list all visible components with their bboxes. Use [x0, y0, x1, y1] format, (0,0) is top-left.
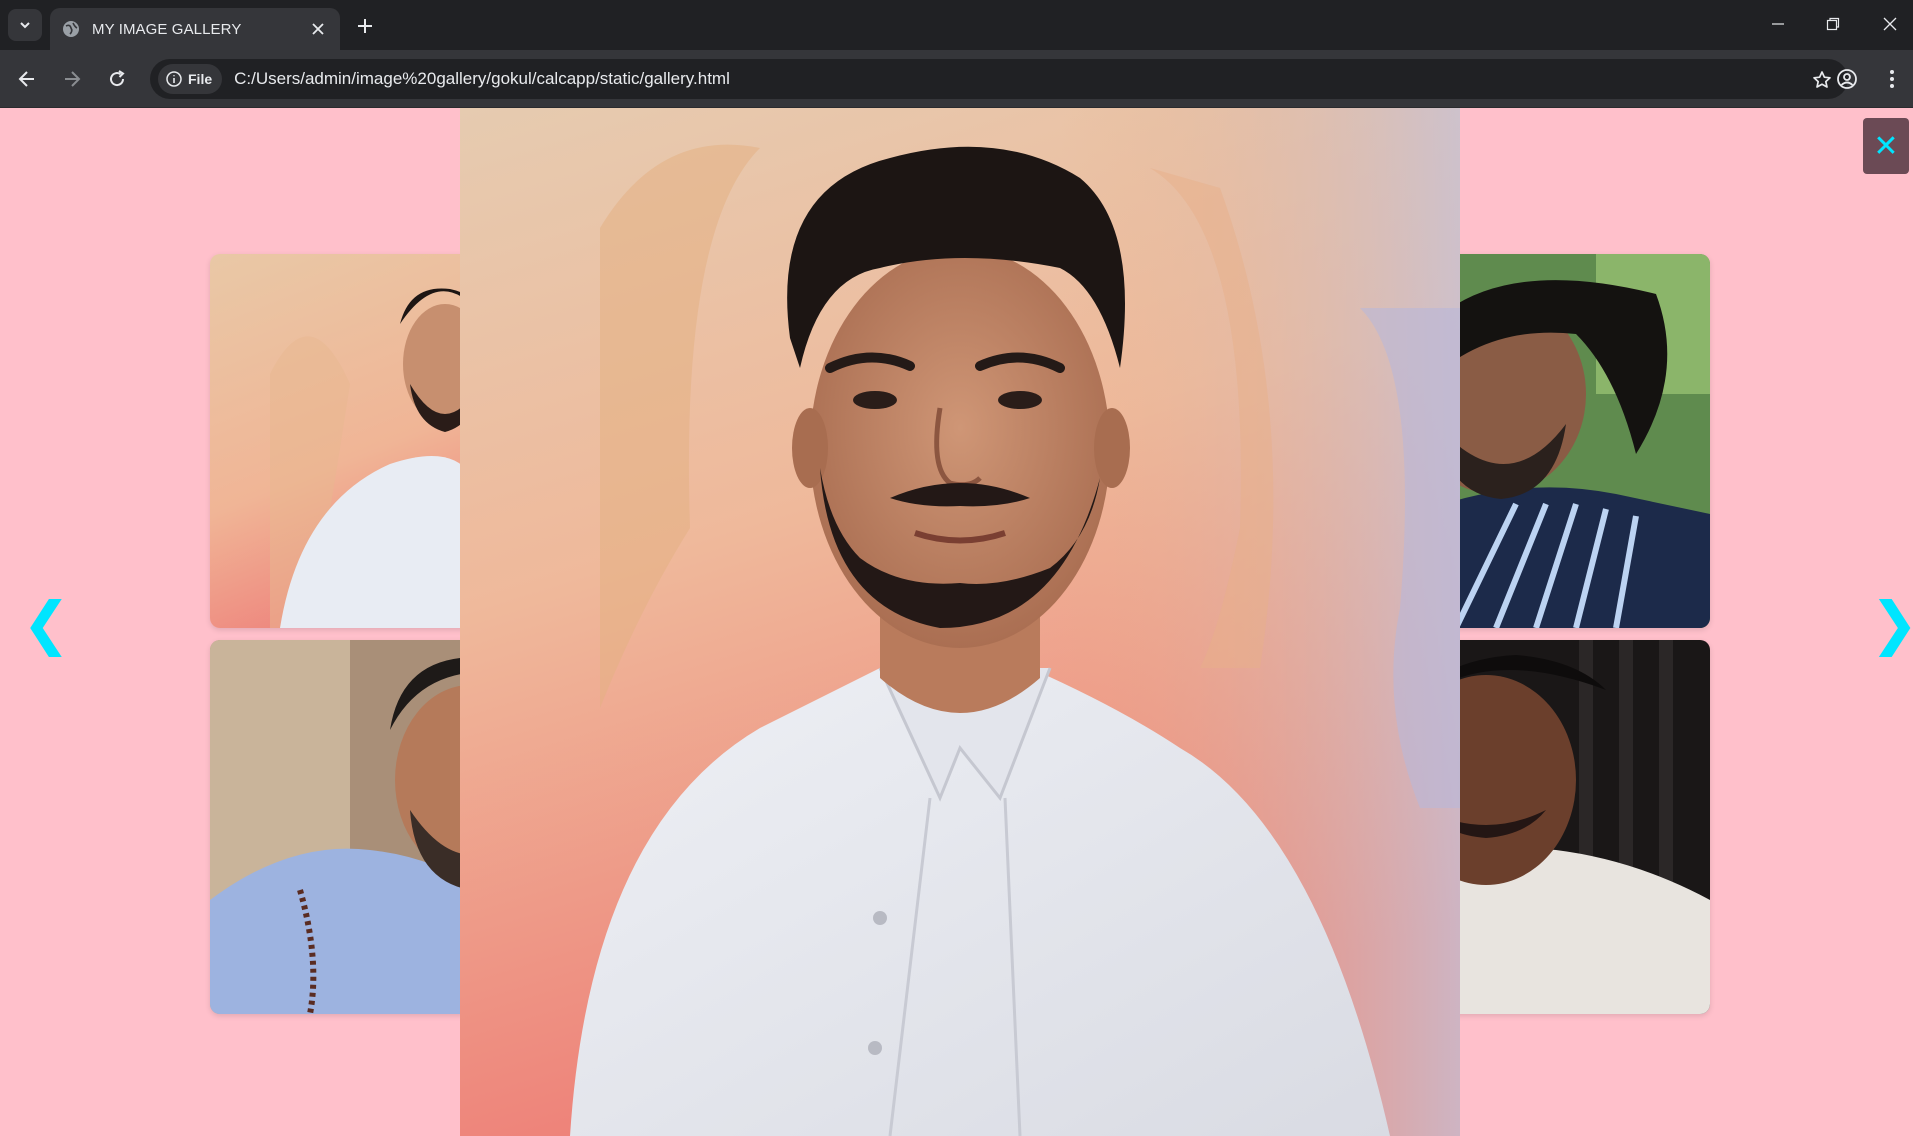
tab-strip: MY IMAGE GALLERY: [0, 0, 1913, 50]
back-button[interactable]: [11, 63, 43, 95]
browser-toolbar: File C:/Users/admin/image%20gallery/goku…: [0, 50, 1913, 108]
reload-icon: [110, 70, 125, 87]
active-tab[interactable]: MY IMAGE GALLERY: [50, 8, 340, 50]
previous-arrow-button[interactable]: ❮: [22, 594, 71, 652]
arrow-right-icon: [65, 71, 81, 87]
arrow-left-icon: [18, 71, 34, 87]
restore-icon: [1826, 17, 1840, 31]
close-lightbox-button[interactable]: ✕: [1863, 118, 1909, 174]
forward-button[interactable]: [56, 63, 88, 95]
window-close-button[interactable]: [1870, 8, 1910, 40]
plus-icon: [358, 19, 372, 33]
site-info-chip[interactable]: File: [158, 64, 223, 94]
new-tab-button[interactable]: [350, 12, 380, 40]
minimize-button[interactable]: [1758, 8, 1798, 40]
info-icon: [166, 71, 182, 87]
lightbox-image: [460, 108, 1460, 1136]
next-arrow-button[interactable]: ❯: [1870, 594, 1913, 652]
more-vert-icon: [1890, 70, 1894, 88]
chevron-down-icon: [20, 22, 30, 29]
reload-button[interactable]: [101, 63, 133, 95]
star-icon: [1813, 71, 1831, 88]
close-icon: [1883, 17, 1897, 31]
gallery-page: ❮ ❯ ✕: [0, 108, 1913, 1136]
minimize-icon: [1772, 23, 1784, 25]
tab-close-icon[interactable]: [308, 19, 328, 39]
globe-icon: [63, 21, 79, 37]
file-chip-label: File: [188, 71, 213, 87]
tab-search-button[interactable]: [8, 9, 42, 41]
account-icon: [1837, 69, 1857, 89]
url-text: C:/Users/admin/image%20gallery/gokul/cal…: [234, 69, 730, 88]
close-icon: ✕: [1873, 128, 1899, 164]
tab-title: MY IMAGE GALLERY: [92, 20, 242, 38]
menu-button[interactable]: [1876, 63, 1908, 95]
enlarged-portrait-photo: [460, 108, 1460, 1136]
address-bar[interactable]: File C:/Users/admin/image%20gallery/goku…: [150, 59, 1848, 99]
profile-button[interactable]: [1831, 63, 1863, 95]
restore-button[interactable]: [1813, 8, 1853, 40]
